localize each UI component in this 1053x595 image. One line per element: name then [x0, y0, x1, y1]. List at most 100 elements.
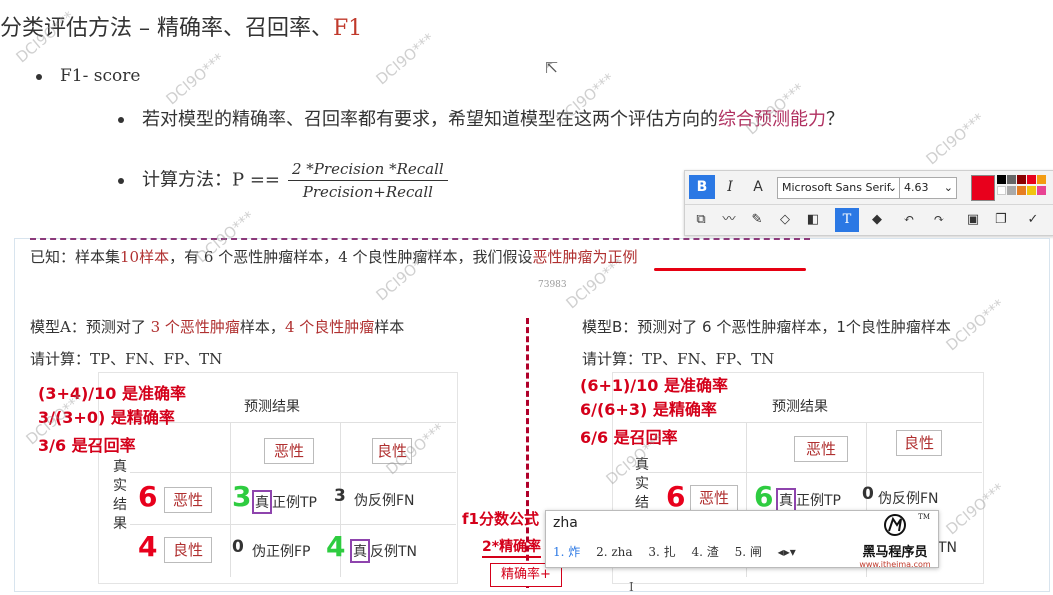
- matrix-a-row-benign: 良性: [164, 537, 212, 563]
- ime-candidate[interactable]: 5. 闸: [735, 545, 762, 559]
- model-b-question: 请计算：TP、FN、FP、TN: [582, 350, 775, 368]
- ime-candidate-window: zha 1. 炸 2. zha 3. 扎 4. 渣 5. 闸 ◂▸▾ TM 黑马…: [545, 510, 939, 569]
- grid-line: [130, 422, 456, 423]
- model-b-description: 模型B：预测对了 6 个恶性肿瘤样本，1个良性肿瘤样本: [582, 318, 951, 336]
- annotation-toolbar: B I A Microsoft Sans Serif ⌄ 4.63 ⌄ ⧉ 〰 ✎ …: [684, 170, 1053, 236]
- mosaic-icon[interactable]: ◧: [801, 208, 825, 232]
- watermark: DCI9O***: [922, 109, 988, 169]
- color-swatch[interactable]: [997, 175, 1006, 184]
- color-swatch[interactable]: [997, 186, 1006, 195]
- matrix-b-fn-count: 0: [862, 484, 874, 504]
- undo-icon[interactable]: ↶: [897, 208, 921, 232]
- redo-icon[interactable]: ↷: [927, 208, 951, 232]
- matrix-a-row1-count: 6: [138, 480, 158, 513]
- annotation-a-accuracy: (3+4)/10 是准确率: [38, 384, 186, 403]
- ime-candidate[interactable]: 3. 扎: [648, 545, 675, 559]
- color-swatch[interactable]: [1027, 175, 1036, 184]
- color-swatch[interactable]: [1037, 175, 1046, 184]
- annotation-b-precision: 6/(6+3) 是精确率: [580, 400, 717, 419]
- matrix-b-row-malignant: 恶性: [690, 485, 738, 511]
- watermark: DCI9O***: [372, 29, 438, 89]
- matrix-b-fn-label: 伪反例FN: [878, 491, 939, 507]
- ime-page-arrows-icon[interactable]: ◂▸▾: [778, 545, 796, 559]
- grid-line: [640, 422, 982, 423]
- matrix-a-tn-count: 4: [326, 530, 346, 563]
- color-swatch[interactable]: [1017, 186, 1026, 195]
- font-color-icon[interactable]: A: [745, 175, 771, 199]
- grid-line: [230, 422, 231, 577]
- check-icon[interactable]: ✓: [1021, 208, 1045, 232]
- matrix-a-row-malignant: 恶性: [164, 487, 212, 513]
- red-underline-annotation: [654, 268, 806, 271]
- bold-button[interactable]: B: [689, 175, 715, 199]
- f1-formula-fraction: 2 *Precision *Recall Precision+Recall: [288, 160, 448, 201]
- color-swatch[interactable]: [1017, 175, 1026, 184]
- text-cursor-icon: I: [629, 580, 634, 594]
- matrix-a-fp-count: 0: [232, 537, 244, 557]
- matrix-b-col-benign: 良性: [896, 430, 942, 456]
- annotation-f1-formula: 2*精确率: [482, 536, 542, 558]
- color-palette: [997, 175, 1051, 199]
- annotation-b-accuracy: (6+1)/10 是准确率: [580, 376, 728, 395]
- model-a-question: 请计算：TP、FN、FP、TN: [30, 350, 223, 368]
- annotation-f1-note: f1分数公式: [462, 510, 539, 528]
- annotation-a-recall: 3/6 是召回率: [38, 436, 136, 455]
- bullet-dot: [118, 177, 124, 184]
- matrix-b-pred-title: 预测结果: [772, 399, 828, 415]
- copy-icon[interactable]: ❐: [989, 208, 1013, 232]
- save-icon[interactable]: ▣: [961, 208, 985, 232]
- matrix-a-tp-label: 真正例TP: [252, 490, 317, 514]
- grid-line: [130, 472, 456, 473]
- color-swatch[interactable]: [1027, 186, 1036, 195]
- matrix-a-tn-label: 真反例TN: [350, 539, 417, 563]
- bullet-dot: [36, 73, 42, 80]
- matrix-a-pred-title: 预测结果: [244, 399, 300, 415]
- grid-line: [130, 524, 456, 525]
- color-swatch[interactable]: [1037, 186, 1046, 195]
- font-size-select[interactable]: 4.63 ⌄: [899, 177, 957, 199]
- watermark: DCI9O***: [162, 49, 228, 109]
- ime-candidate[interactable]: 2. zha: [596, 545, 632, 559]
- faint-number: 73983: [538, 280, 567, 290]
- matrix-a-row2-count: 4: [138, 530, 158, 563]
- pencil-icon[interactable]: ✎: [745, 208, 769, 232]
- matrix-b-col-malignant: 恶性: [794, 436, 848, 462]
- bullet-formula: 计算方法：P == 2 *Precision *Recall Precision+R…: [118, 160, 448, 201]
- known-conditions: 已知：样本集10样本，有 6 个恶性肿瘤样本，4 个良性肿瘤样本，我们假设恶性肿…: [30, 248, 638, 266]
- matrix-b-tp-count: 6: [754, 480, 774, 513]
- curve-icon[interactable]: 〰: [717, 208, 741, 232]
- mouse-cursor-icon: ⇱: [545, 58, 559, 77]
- italic-button[interactable]: I: [717, 175, 743, 199]
- itheima-logo: TM 黑马程序员 www.itheima.com: [859, 513, 931, 569]
- color-swatch[interactable]: [1007, 186, 1016, 195]
- color-swatch[interactable]: [1007, 175, 1016, 184]
- ime-candidate-list: 1. 炸 2. zha 3. 扎 4. 渣 5. 闸 ◂▸▾: [553, 543, 808, 560]
- bullet-f1-score: F1- score: [36, 66, 140, 86]
- bullet-dot: [118, 117, 124, 123]
- toolbar-row-text: B I A Microsoft Sans Serif ⌄ 4.63 ⌄: [685, 171, 1053, 203]
- bullet-description: 若对模型的精确率、召回率都有要求，希望知道模型在这两个评估方向的综合预测能力？: [118, 105, 844, 131]
- ime-candidate[interactable]: 4. 渣: [691, 545, 718, 559]
- ime-input-text: zha: [553, 515, 578, 531]
- grid-line: [640, 472, 982, 473]
- matrix-a-col-malignant: 恶性: [264, 438, 314, 464]
- matrix-b-tp-label: 真正例TP: [776, 488, 841, 512]
- matrix-a-fn-label: 伪反例FN: [354, 493, 415, 509]
- eraser-icon[interactable]: ◆: [865, 208, 889, 232]
- matrix-a-real-label: 真实结果: [113, 459, 127, 532]
- matrix-b-row1-count: 6: [666, 480, 686, 513]
- select-icon[interactable]: ⧉: [689, 208, 713, 232]
- model-a-description: 模型A：预测对了 3 个恶性肿瘤样本，4 个良性肿瘤样本: [30, 318, 405, 336]
- font-family-select[interactable]: Microsoft Sans Serif ⌄: [777, 177, 901, 199]
- text-icon[interactable]: T: [835, 208, 859, 232]
- purple-dashed-divider: [30, 238, 810, 240]
- selected-color-swatch[interactable]: [971, 175, 995, 201]
- matrix-b-tn-label: TN: [938, 540, 958, 556]
- matrix-a-fn-count: 3: [334, 486, 346, 506]
- matrix-a-fp-label: 伪正例FP: [252, 544, 311, 560]
- matrix-a-tp-count: 3: [232, 480, 252, 513]
- highlighter-icon[interactable]: ◇: [773, 208, 797, 232]
- ime-candidate[interactable]: 1. 炸: [553, 545, 580, 559]
- toolbar-row-tools: ⧉ 〰 ✎ ◇ ◧ T ◆ ↶ ↷ ▣ ❐ ✓: [685, 204, 1053, 236]
- horse-logo-icon: [884, 514, 906, 536]
